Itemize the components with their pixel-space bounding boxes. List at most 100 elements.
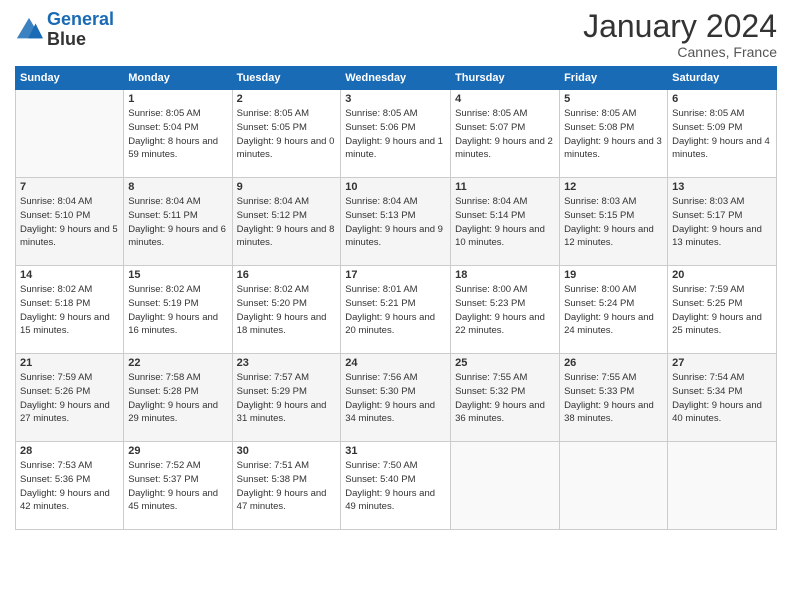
col-header-saturday: Saturday bbox=[668, 67, 777, 90]
day-info: Sunrise: 8:01 AMSunset: 5:21 PMDaylight:… bbox=[345, 283, 446, 338]
day-number: 26 bbox=[564, 357, 663, 369]
day-number: 6 bbox=[672, 93, 772, 105]
day-info: Sunrise: 8:02 AMSunset: 5:18 PMDaylight:… bbox=[20, 283, 119, 338]
day-cell: 27 Sunrise: 7:54 AMSunset: 5:34 PMDayligh… bbox=[668, 354, 777, 442]
header-row: SundayMondayTuesdayWednesdayThursdayFrid… bbox=[16, 67, 777, 90]
day-cell: 3 Sunrise: 8:05 AMSunset: 5:06 PMDaylight… bbox=[341, 90, 451, 178]
day-info: Sunrise: 8:05 AMSunset: 5:04 PMDaylight:… bbox=[128, 107, 227, 162]
day-cell: 29Sunrise: 7:52 AMSunset: 5:37 PMDayligh… bbox=[124, 442, 232, 530]
day-number: 28 bbox=[20, 445, 119, 457]
day-info: Sunrise: 7:59 AMSunset: 5:26 PMDaylight:… bbox=[20, 371, 119, 426]
day-cell: 4Sunrise: 8:05 AMSunset: 5:07 PMDaylight… bbox=[451, 90, 560, 178]
calendar-table: SundayMondayTuesdayWednesdayThursdayFrid… bbox=[15, 66, 777, 530]
day-info: Sunrise: 8:05 AMSunset: 5:05 PMDaylight:… bbox=[237, 107, 337, 162]
day-info: Sunrise: 7:59 AMSunset: 5:25 PMDaylight:… bbox=[672, 283, 772, 338]
day-info: Sunrise: 8:05 AMSunset: 5:08 PMDaylight:… bbox=[564, 107, 663, 162]
day-number: 7 bbox=[20, 181, 119, 193]
day-cell: 30 Sunrise: 7:51 AMSunset: 5:38 PMDayligh… bbox=[232, 442, 341, 530]
day-number: 8 bbox=[128, 181, 227, 193]
day-cell: 1 Sunrise: 8:05 AMSunset: 5:04 PMDaylight… bbox=[124, 90, 232, 178]
day-number: 18 bbox=[455, 269, 555, 281]
day-cell: 9 Sunrise: 8:04 AMSunset: 5:12 PMDaylight… bbox=[232, 178, 341, 266]
day-cell: 23Sunrise: 7:57 AMSunset: 5:29 PMDayligh… bbox=[232, 354, 341, 442]
day-cell: 26 Sunrise: 7:55 AMSunset: 5:33 PMDayligh… bbox=[560, 354, 668, 442]
day-info: Sunrise: 7:50 AMSunset: 5:40 PMDaylight:… bbox=[345, 459, 446, 514]
page: General Blue January 2024 Cannes, France… bbox=[0, 0, 792, 612]
day-cell bbox=[668, 442, 777, 530]
week-row-5: 28Sunrise: 7:53 AMSunset: 5:36 PMDayligh… bbox=[16, 442, 777, 530]
day-cell: 25 Sunrise: 7:55 AMSunset: 5:32 PMDayligh… bbox=[451, 354, 560, 442]
day-number: 23 bbox=[237, 357, 337, 369]
day-number: 5 bbox=[564, 93, 663, 105]
day-cell: 22 Sunrise: 7:58 AMSunset: 5:28 PMDayligh… bbox=[124, 354, 232, 442]
day-number: 20 bbox=[672, 269, 772, 281]
title-block: January 2024 Cannes, France bbox=[583, 10, 777, 60]
day-number: 31 bbox=[345, 445, 446, 457]
day-info: Sunrise: 8:05 AMSunset: 5:09 PMDaylight:… bbox=[672, 107, 772, 162]
day-cell: 11 Sunrise: 8:04 AMSunset: 5:14 PMDayligh… bbox=[451, 178, 560, 266]
day-cell bbox=[560, 442, 668, 530]
day-number: 25 bbox=[455, 357, 555, 369]
day-number: 24 bbox=[345, 357, 446, 369]
day-info: Sunrise: 7:52 AMSunset: 5:37 PMDaylight:… bbox=[128, 459, 227, 514]
day-info: Sunrise: 7:55 AMSunset: 5:32 PMDaylight:… bbox=[455, 371, 555, 426]
day-info: Sunrise: 7:54 AMSunset: 5:34 PMDaylight:… bbox=[672, 371, 772, 426]
day-cell bbox=[451, 442, 560, 530]
day-info: Sunrise: 7:58 AMSunset: 5:28 PMDaylight:… bbox=[128, 371, 227, 426]
week-row-3: 14Sunrise: 8:02 AMSunset: 5:18 PMDayligh… bbox=[16, 266, 777, 354]
col-header-friday: Friday bbox=[560, 67, 668, 90]
day-info: Sunrise: 8:02 AMSunset: 5:20 PMDaylight:… bbox=[237, 283, 337, 338]
logo-text: General Blue bbox=[47, 10, 114, 50]
day-number: 9 bbox=[237, 181, 337, 193]
day-number: 1 bbox=[128, 93, 227, 105]
logo-line2: Blue bbox=[47, 30, 114, 50]
day-info: Sunrise: 8:03 AMSunset: 5:15 PMDaylight:… bbox=[564, 195, 663, 250]
day-cell: 21Sunrise: 7:59 AMSunset: 5:26 PMDayligh… bbox=[16, 354, 124, 442]
day-cell: 24 Sunrise: 7:56 AMSunset: 5:30 PMDayligh… bbox=[341, 354, 451, 442]
day-number: 2 bbox=[237, 93, 337, 105]
day-number: 19 bbox=[564, 269, 663, 281]
day-number: 3 bbox=[345, 93, 446, 105]
logo: General Blue bbox=[15, 10, 114, 50]
day-number: 17 bbox=[345, 269, 446, 281]
week-row-1: 1 Sunrise: 8:05 AMSunset: 5:04 PMDaylight… bbox=[16, 90, 777, 178]
day-number: 15 bbox=[128, 269, 227, 281]
day-cell: 7 Sunrise: 8:04 AMSunset: 5:10 PMDaylight… bbox=[16, 178, 124, 266]
day-info: Sunrise: 8:00 AMSunset: 5:24 PMDaylight:… bbox=[564, 283, 663, 338]
day-number: 12 bbox=[564, 181, 663, 193]
day-cell: 12 Sunrise: 8:03 AMSunset: 5:15 PMDayligh… bbox=[560, 178, 668, 266]
day-info: Sunrise: 8:04 AMSunset: 5:14 PMDaylight:… bbox=[455, 195, 555, 250]
week-row-4: 21Sunrise: 7:59 AMSunset: 5:26 PMDayligh… bbox=[16, 354, 777, 442]
col-header-sunday: Sunday bbox=[16, 67, 124, 90]
day-cell: 13 Sunrise: 8:03 AMSunset: 5:17 PMDayligh… bbox=[668, 178, 777, 266]
day-number: 13 bbox=[672, 181, 772, 193]
day-cell: 28Sunrise: 7:53 AMSunset: 5:36 PMDayligh… bbox=[16, 442, 124, 530]
day-info: Sunrise: 8:04 AMSunset: 5:10 PMDaylight:… bbox=[20, 195, 119, 250]
day-info: Sunrise: 8:00 AMSunset: 5:23 PMDaylight:… bbox=[455, 283, 555, 338]
day-info: Sunrise: 7:51 AMSunset: 5:38 PMDaylight:… bbox=[237, 459, 337, 514]
day-number: 10 bbox=[345, 181, 446, 193]
day-info: Sunrise: 8:05 AMSunset: 5:06 PMDaylight:… bbox=[345, 107, 446, 162]
day-cell: 2 Sunrise: 8:05 AMSunset: 5:05 PMDaylight… bbox=[232, 90, 341, 178]
month-title: January 2024 bbox=[583, 10, 777, 42]
day-info: Sunrise: 7:56 AMSunset: 5:30 PMDaylight:… bbox=[345, 371, 446, 426]
col-header-thursday: Thursday bbox=[451, 67, 560, 90]
day-cell: 15Sunrise: 8:02 AMSunset: 5:19 PMDayligh… bbox=[124, 266, 232, 354]
day-number: 11 bbox=[455, 181, 555, 193]
day-number: 27 bbox=[672, 357, 772, 369]
logo-line1: General bbox=[47, 9, 114, 29]
day-number: 30 bbox=[237, 445, 337, 457]
day-info: Sunrise: 8:05 AMSunset: 5:07 PMDaylight:… bbox=[455, 107, 555, 162]
day-info: Sunrise: 8:04 AMSunset: 5:11 PMDaylight:… bbox=[128, 195, 227, 250]
col-header-tuesday: Tuesday bbox=[232, 67, 341, 90]
day-cell: 14Sunrise: 8:02 AMSunset: 5:18 PMDayligh… bbox=[16, 266, 124, 354]
day-number: 22 bbox=[128, 357, 227, 369]
day-info: Sunrise: 8:03 AMSunset: 5:17 PMDaylight:… bbox=[672, 195, 772, 250]
col-header-monday: Monday bbox=[124, 67, 232, 90]
day-cell: 17 Sunrise: 8:01 AMSunset: 5:21 PMDayligh… bbox=[341, 266, 451, 354]
day-info: Sunrise: 7:55 AMSunset: 5:33 PMDaylight:… bbox=[564, 371, 663, 426]
day-cell: 19 Sunrise: 8:00 AMSunset: 5:24 PMDayligh… bbox=[560, 266, 668, 354]
day-cell: 10Sunrise: 8:04 AMSunset: 5:13 PMDayligh… bbox=[341, 178, 451, 266]
day-info: Sunrise: 8:04 AMSunset: 5:12 PMDaylight:… bbox=[237, 195, 337, 250]
day-cell: 8 Sunrise: 8:04 AMSunset: 5:11 PMDaylight… bbox=[124, 178, 232, 266]
